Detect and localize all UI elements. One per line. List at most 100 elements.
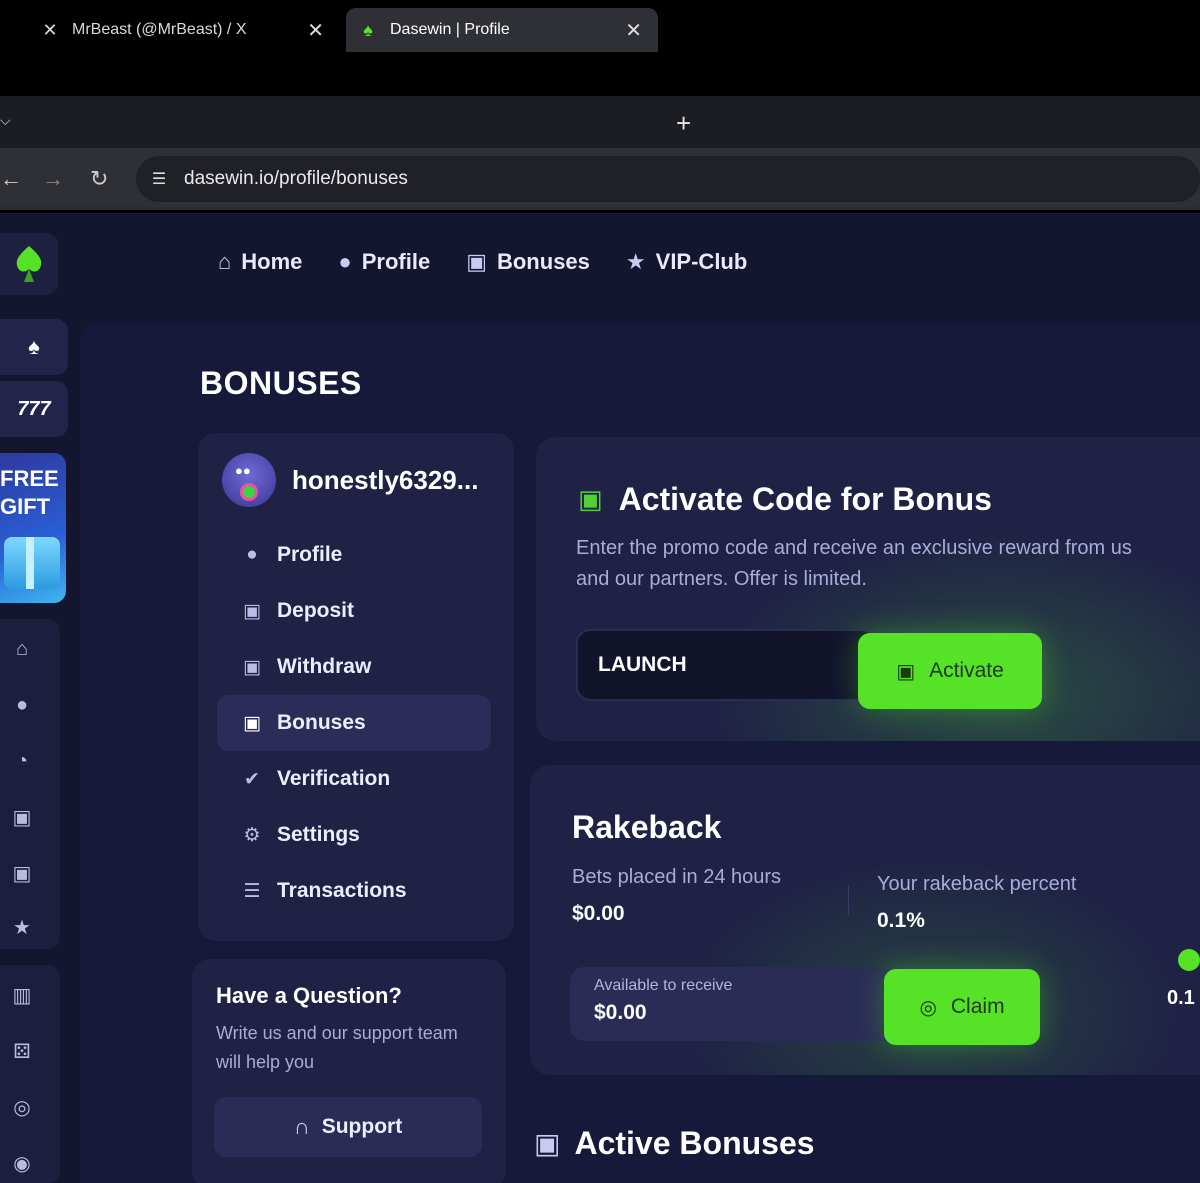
menu-item-label: Verification: [277, 767, 391, 790]
dasewin-logo[interactable]: [0, 233, 58, 295]
menu-item-transactions[interactable]: ☰ Transactions: [217, 863, 491, 919]
dasewin-logo-icon: ♠: [363, 19, 373, 40]
activate-button-label: Activate: [929, 659, 1004, 682]
url-text: dasewin.io/profile/bonuses: [184, 168, 408, 189]
coin-icon[interactable]: ◎: [8, 1093, 36, 1121]
wallet-in-icon[interactable]: ▣: [8, 803, 36, 831]
gift-icon: ▣: [466, 249, 487, 274]
rail-extra-group: ▥ ⚄ ◎ ◉: [0, 965, 60, 1183]
tab-title: Dasewin | Profile: [390, 21, 510, 38]
back-icon[interactable]: ←: [0, 166, 22, 192]
topnav-profile[interactable]: ● Profile: [338, 249, 430, 275]
tab-list-chevron-icon[interactable]: ⌵: [0, 112, 11, 129]
url-field[interactable]: ☰ dasewin.io/profile/bonuses: [136, 156, 1200, 202]
help-text: Write us and our support team will help …: [216, 1023, 458, 1072]
rakeback-percent-label: Your rakeback percent: [877, 873, 1077, 895]
headset-icon: ∩: [293, 1114, 310, 1139]
active-bonuses-title: ▣ Active Bonuses: [534, 1125, 815, 1162]
menu-item-settings[interactable]: ⚙ Settings: [217, 807, 491, 863]
slots-label: 777: [17, 397, 51, 420]
user-icon[interactable]: ●: [8, 691, 36, 719]
topnav-label: Bonuses: [496, 249, 590, 274]
gift-ribbon: [26, 537, 34, 589]
free-gift-banner[interactable]: FREE GIFT: [0, 453, 66, 603]
book-icon[interactable]: ▥: [8, 981, 36, 1009]
activate-description: Enter the promo code and receive an excl…: [576, 537, 1132, 590]
user-icon: ●: [338, 249, 352, 274]
dasewin-logo-icon: [16, 246, 42, 282]
support-button[interactable]: ∩ Support: [214, 1097, 482, 1157]
gift-icon: ▣: [243, 712, 261, 734]
close-tab-icon[interactable]: ✕: [307, 18, 324, 43]
forward-icon[interactable]: →: [42, 166, 64, 192]
coins-icon: ◎: [919, 996, 937, 1019]
list-icon: ☰: [243, 880, 261, 902]
dice-icon[interactable]: ⚄: [8, 1037, 36, 1065]
promo-line-1: FREE: [0, 466, 59, 491]
menu-item-label: Bonuses: [277, 711, 366, 734]
topnav-label: VIP-Club: [655, 249, 748, 274]
star-icon[interactable]: ★: [8, 913, 36, 941]
avatar[interactable]: ●●: [222, 453, 276, 507]
profile-menu: ● Profile ▣ Deposit ▣ Withdraw ▣ Bonuses…: [217, 527, 491, 919]
top-navigation: ⌂ Home ● Profile ▣ Bonuses ★ VIP-Club: [218, 249, 747, 275]
reload-icon[interactable]: ↻: [90, 166, 108, 192]
active-bonuses-title-text: Active Bonuses: [574, 1125, 815, 1161]
shield-icon[interactable]: ◉: [8, 1149, 36, 1177]
menu-item-label: Deposit: [277, 599, 355, 622]
new-tab-icon[interactable]: +: [676, 108, 691, 139]
support-label: Support: [321, 1115, 403, 1138]
avatar-gem: [240, 483, 258, 501]
free-gift-text: FREE GIFT: [0, 465, 59, 521]
menu-item-label: Withdraw: [277, 655, 372, 678]
menu-item-label: Transactions: [277, 879, 407, 902]
activate-button[interactable]: ▣ Activate: [858, 633, 1042, 709]
stat-divider: [848, 885, 849, 915]
menu-item-deposit[interactable]: ▣ Deposit: [217, 583, 491, 639]
site-settings-icon[interactable]: ☰: [148, 169, 170, 189]
topnav-bonuses[interactable]: ▣ Bonuses: [466, 249, 590, 275]
browser-tab-x[interactable]: ✕ MrBeast (@MrBeast) / X ✕: [30, 8, 340, 52]
user-summary: ●● honestly6329...: [222, 453, 478, 507]
username: honestly6329...: [292, 464, 479, 495]
menu-item-label: Settings: [277, 823, 360, 846]
menu-item-withdraw[interactable]: ▣ Withdraw: [217, 639, 491, 695]
menu-item-bonuses[interactable]: ▣ Bonuses: [217, 695, 491, 751]
rakeback-level-value: 0.1: [1167, 987, 1195, 1009]
wallet-out-icon: ▣: [243, 656, 261, 678]
available-label: Available to receive: [594, 977, 733, 994]
available-value: $0.00: [594, 1001, 647, 1024]
wallet-out-icon[interactable]: ▣: [8, 859, 36, 887]
user-icon: ●: [246, 544, 258, 565]
topnav-home[interactable]: ⌂ Home: [218, 249, 302, 275]
bets-label: Bets placed in 24 hours: [572, 866, 782, 888]
promo-code-input[interactable]: [576, 629, 876, 701]
star-icon: ★: [625, 249, 646, 274]
progress-dot: [1178, 949, 1200, 971]
close-tab-icon[interactable]: ✕: [625, 18, 642, 43]
rail-slots-button[interactable]: 777: [0, 381, 68, 437]
promo-line-2: GIFT: [0, 494, 51, 519]
topnav-vip-club[interactable]: ★ VIP-Club: [626, 249, 747, 275]
home-icon: ⌂: [218, 249, 232, 274]
home-icon[interactable]: ⌂: [8, 635, 36, 663]
rakeback-percent-value: 0.1%: [877, 909, 925, 932]
gift-icon: ▣: [896, 660, 916, 683]
tab-title: MrBeast (@MrBeast) / X: [72, 21, 247, 38]
menu-item-label: Profile: [277, 543, 343, 566]
topnav-label: Home: [241, 249, 303, 274]
x-logo-icon: ✕: [42, 19, 58, 40]
menu-item-verification[interactable]: ✔ Verification: [217, 751, 491, 807]
avatar-eyes: ●●: [235, 463, 251, 478]
menu-item-profile[interactable]: ● Profile: [217, 527, 491, 583]
claim-button[interactable]: ◎ Claim: [884, 969, 1040, 1045]
browser-tab-dasewin[interactable]: ♠ Dasewin | Profile ✕: [346, 8, 658, 52]
topnav-label: Profile: [361, 249, 431, 274]
wallet-in-icon: ▣: [243, 600, 261, 622]
bets-value: $0.00: [572, 902, 625, 925]
rakeback-title: Rakeback: [572, 809, 722, 845]
gear-icon: ⚙: [243, 824, 261, 846]
rail-casino-button[interactable]: ♠: [0, 319, 68, 375]
spade-icon: ♠: [28, 334, 40, 359]
support-icon[interactable]: ◔: [8, 747, 36, 775]
